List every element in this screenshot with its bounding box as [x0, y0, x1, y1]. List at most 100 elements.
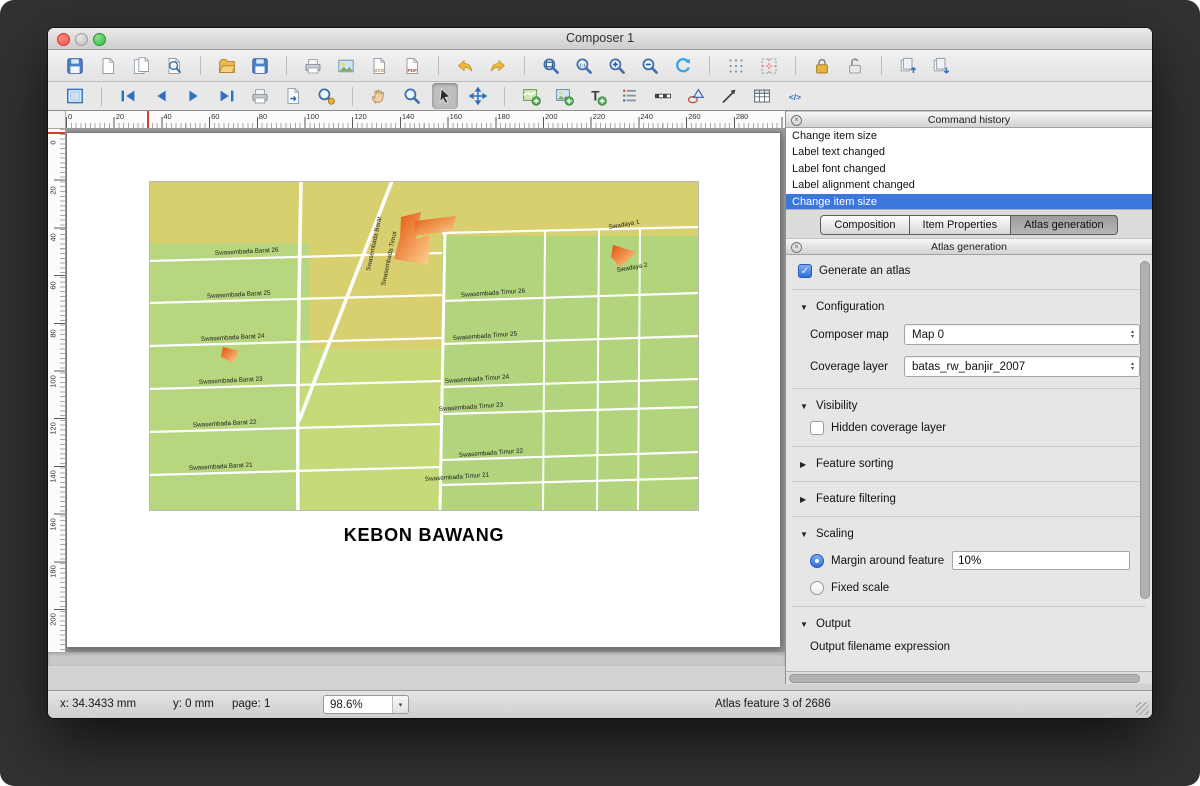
zoom-in-button[interactable]: [604, 53, 630, 79]
atlas-last-feature-button[interactable]: [214, 83, 240, 109]
save-project-button[interactable]: [62, 53, 88, 79]
zoom-actual-size-button[interactable]: 1:1: [571, 53, 597, 79]
history-item[interactable]: Change item size: [786, 194, 1152, 210]
margin-value-input[interactable]: [952, 551, 1130, 570]
add-legend-button[interactable]: [617, 83, 643, 109]
atlas-next-feature-button[interactable]: [181, 83, 207, 109]
output-group-header[interactable]: ▼ Output: [800, 618, 1152, 630]
atlas-previous-feature-button[interactable]: [148, 83, 174, 109]
tab-composition[interactable]: Composition: [820, 215, 909, 235]
load-from-template-button[interactable]: [214, 53, 240, 79]
export-as-svg-button[interactable]: SVG: [366, 53, 392, 79]
raise-selected-items-button[interactable]: [895, 53, 921, 79]
fixed-scale-radio[interactable]: [810, 581, 824, 595]
ruler-number: 100: [49, 372, 58, 390]
coverage-layer-select[interactable]: batas_rw_banjir_2007 ▴▾: [904, 356, 1140, 377]
ruler-number: 80: [259, 112, 267, 121]
unlock-all-items-button[interactable]: [842, 53, 868, 79]
map-title-label[interactable]: KEBON BAWANG: [149, 525, 699, 546]
composer-map-value: Map 0: [912, 329, 944, 341]
add-scalebar-button[interactable]: [650, 83, 676, 109]
feature-sorting-group-header[interactable]: ▶ Feature sorting: [800, 458, 1152, 470]
history-item[interactable]: Label alignment changed: [786, 177, 1152, 193]
zoom-full-button[interactable]: [538, 53, 564, 79]
raise-selected-items-icon: [898, 56, 918, 76]
add-arrow-button[interactable]: [716, 83, 742, 109]
add-attribute-table-button[interactable]: [749, 83, 775, 109]
pan-composer-button[interactable]: [366, 83, 392, 109]
panel-horizontal-scrollbar[interactable]: [786, 671, 1152, 684]
map-item[interactable]: Swasembada Barat 26Swasembada Barat 25Sw…: [149, 181, 699, 511]
smart-guides-button[interactable]: [756, 53, 782, 79]
window-title: Composer 1: [48, 31, 1152, 45]
ruler-number: 180: [497, 112, 510, 121]
print-button[interactable]: [300, 53, 326, 79]
composer-map-select[interactable]: Map 0 ▴▾: [904, 324, 1140, 345]
zoom-out-button[interactable]: [637, 53, 663, 79]
redo-button[interactable]: [485, 53, 511, 79]
zoom-tool-icon: [402, 86, 422, 106]
toolbar-separator: [795, 56, 796, 75]
margin-around-feature-radio[interactable]: [810, 554, 824, 568]
tab-item-properties[interactable]: Item Properties: [909, 215, 1012, 235]
history-item[interactable]: Label text changed: [786, 144, 1152, 160]
ruler-number: 140: [402, 112, 415, 121]
canvas-bottom-filler: [48, 666, 785, 684]
add-new-map-button[interactable]: [518, 83, 544, 109]
export-as-pdf-button[interactable]: PDF: [399, 53, 425, 79]
add-html-frame-button[interactable]: </>: [782, 83, 808, 109]
feature-filtering-group-header[interactable]: ▶ Feature filtering: [800, 493, 1152, 505]
hidden-coverage-layer-checkbox[interactable]: [810, 421, 824, 435]
canvas-horizontal-scrollbar[interactable]: [48, 652, 785, 666]
export-atlas-button[interactable]: [280, 83, 306, 109]
close-panel-icon[interactable]: ×: [791, 115, 802, 126]
add-label-button[interactable]: T: [584, 83, 610, 109]
visibility-group-header[interactable]: ▼ Visibility: [800, 400, 1152, 412]
configuration-group-header[interactable]: ▼ Configuration: [800, 301, 1152, 313]
snap-to-grid-button[interactable]: [723, 53, 749, 79]
scrollbar-thumb[interactable]: [789, 674, 1140, 683]
save-as-template-button[interactable]: [247, 53, 273, 79]
scrollbar-thumb[interactable]: [1140, 261, 1150, 599]
output-label: Output: [816, 618, 851, 630]
cursor-position-marker-h: [147, 111, 149, 128]
composition-manager-button[interactable]: [161, 53, 187, 79]
duplicate-composition-button[interactable]: [128, 53, 154, 79]
close-panel-icon[interactable]: ×: [791, 242, 802, 253]
window-resize-grip[interactable]: [1136, 702, 1149, 715]
refresh-view-button[interactable]: [670, 53, 696, 79]
panel-vertical-scrollbar[interactable]: [1139, 259, 1151, 667]
scaling-group-header[interactable]: ▼ Scaling: [800, 528, 1152, 540]
atlas-first-feature-button[interactable]: [115, 83, 141, 109]
undo-button[interactable]: [452, 53, 478, 79]
composition-page[interactable]: Swasembada Barat 26Swasembada Barat 25Sw…: [66, 132, 781, 648]
history-item[interactable]: Change item size: [786, 128, 1152, 144]
composer-window: Composer 1 SVGPDF1:1 T</> 02040608010012…: [48, 28, 1152, 718]
atlas-settings-button[interactable]: [313, 83, 339, 109]
generate-atlas-checkbox[interactable]: ✓: [798, 264, 812, 278]
preview-atlas-button[interactable]: [62, 83, 88, 109]
export-as-image-button[interactable]: [333, 53, 359, 79]
zoom-tool-button[interactable]: [399, 83, 425, 109]
select-move-item-button[interactable]: [432, 83, 458, 109]
history-item[interactable]: Label font changed: [786, 161, 1152, 177]
coverage-layer-label: Coverage layer: [810, 361, 904, 373]
new-composition-button[interactable]: [95, 53, 121, 79]
tab-atlas-generation[interactable]: Atlas generation: [1010, 215, 1118, 235]
print-atlas-button[interactable]: [247, 83, 273, 109]
zoom-level-combobox[interactable]: 98.6% ▾: [323, 695, 409, 714]
unlock-all-items-icon: [845, 56, 865, 76]
combo-arrow-icon[interactable]: ▾: [392, 696, 408, 713]
ruler-corner: [48, 111, 66, 129]
zoom-out-icon: [640, 56, 660, 76]
add-html-frame-icon: </>: [785, 86, 805, 106]
lower-selected-items-button[interactable]: [928, 53, 954, 79]
separator: [792, 388, 1146, 389]
load-from-template-icon: [217, 56, 237, 76]
add-image-button[interactable]: [551, 83, 577, 109]
move-item-content-button[interactable]: [465, 83, 491, 109]
composer-canvas[interactable]: Swasembada Barat 26Swasembada Barat 25Sw…: [66, 129, 785, 652]
add-basic-shape-button[interactable]: [683, 83, 709, 109]
titlebar[interactable]: Composer 1: [48, 28, 1152, 50]
lock-selected-items-button[interactable]: [809, 53, 835, 79]
